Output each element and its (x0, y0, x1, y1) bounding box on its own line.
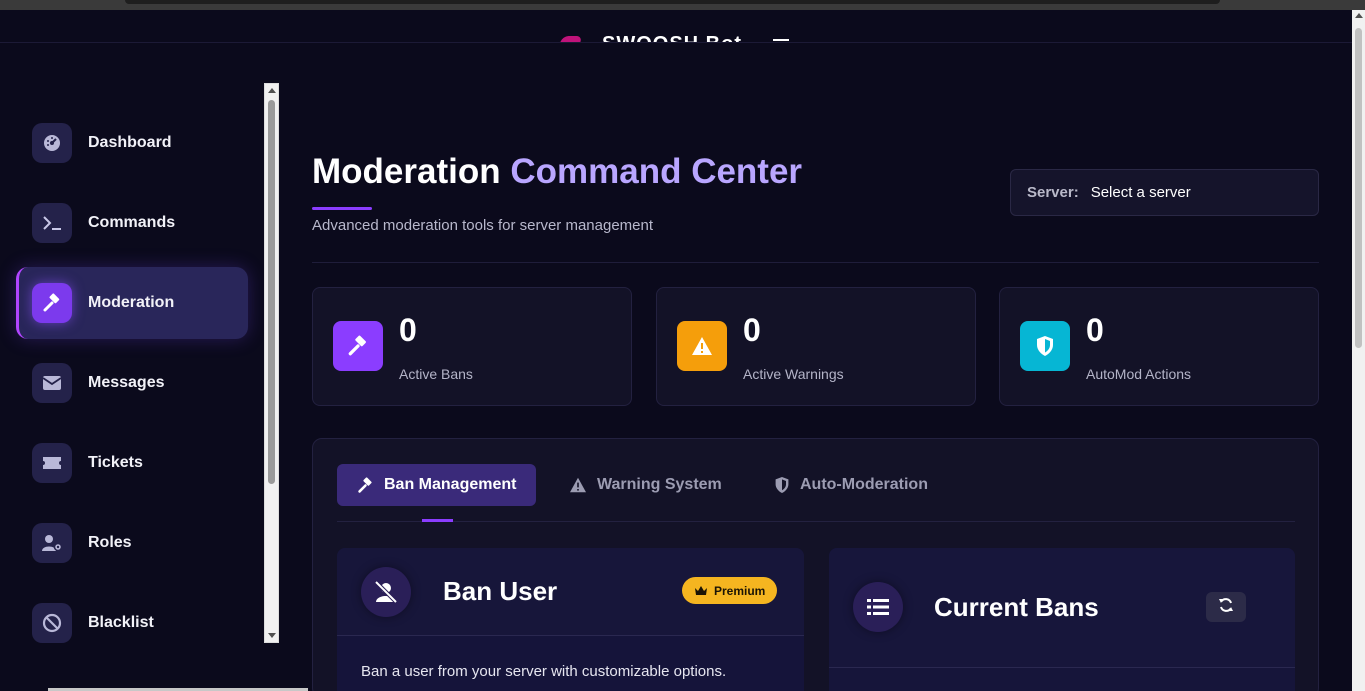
premium-badge: Premium (682, 577, 778, 604)
scroll-up-icon[interactable] (1355, 13, 1363, 18)
hamburger-menu-icon[interactable] (773, 39, 789, 41)
brand-name: SWOOSH Bot (602, 33, 742, 42)
sidebar-item-blacklist[interactable]: Blacklist (16, 587, 248, 659)
current-bans-title: Current Bans (934, 592, 1099, 622)
ban-user-title: Ban User (443, 576, 558, 606)
sidebar-scrollbar[interactable] (264, 83, 279, 643)
sidebar-item-tickets[interactable]: Tickets (16, 427, 248, 499)
warning-icon (569, 477, 587, 493)
ban-user-card: Ban User Premium Ban a user from your se… (337, 548, 804, 691)
shield-icon (1020, 321, 1070, 371)
user-gear-icon (32, 523, 72, 563)
stat-value: 0 (1086, 312, 1104, 348)
gavel-icon (32, 283, 72, 323)
shield-icon (774, 476, 790, 494)
stat-label: Active Warnings (743, 366, 844, 382)
refresh-icon (1218, 597, 1234, 618)
gauge-icon (32, 123, 72, 163)
header-divider (312, 262, 1319, 263)
moderation-panel: Ban Management Warning System Auto-Moder… (312, 438, 1319, 691)
stat-label: Active Bans (399, 366, 473, 382)
sidebar-item-messages[interactable]: Messages (16, 347, 248, 419)
ban-user-description: Ban a user from your server with customi… (361, 663, 727, 680)
page-scrollbar[interactable] (1352, 10, 1365, 691)
warning-icon (677, 321, 727, 371)
tab-label: Ban Management (384, 476, 517, 493)
scroll-down-icon[interactable] (268, 633, 276, 638)
page-subtitle: Advanced moderation tools for server man… (312, 217, 654, 234)
ticket-icon (32, 443, 72, 483)
user-slash-icon (361, 567, 411, 617)
sidebar-item-moderation[interactable]: Moderation (16, 267, 248, 339)
stat-label: AutoMod Actions (1086, 366, 1192, 382)
active-tab-indicator (422, 519, 453, 522)
stat-card-active-warnings: 0 Active Warnings (656, 287, 976, 406)
gavel-icon (333, 321, 383, 371)
sidebar-item-label: Tickets (88, 454, 143, 471)
page-title: Moderation Command Center (312, 152, 802, 192)
crown-icon (694, 585, 708, 596)
tab-label: Warning System (597, 476, 722, 493)
list-icon (853, 582, 903, 632)
brand-logo-icon (557, 36, 583, 42)
page-title-accent: Command Center (510, 152, 803, 191)
terminal-icon (32, 203, 72, 243)
tab-label: Auto-Moderation (800, 476, 928, 493)
sidebar-item-label: Dashboard (88, 134, 172, 151)
sidebar-item-dashboard[interactable]: Dashboard (16, 107, 248, 179)
stat-value: 0 (399, 312, 417, 348)
refresh-button[interactable] (1206, 592, 1246, 622)
tab-divider (337, 521, 1295, 522)
sidebar-item-label: Blacklist (88, 614, 154, 631)
tab-warning-system[interactable]: Warning System (549, 464, 742, 506)
sidebar-item-roles[interactable]: Roles (16, 507, 248, 579)
ban-icon (32, 603, 72, 643)
browser-top-strip (0, 0, 1365, 10)
sidebar-item-commands[interactable]: Commands (16, 187, 248, 259)
server-select-label: Server: (1027, 184, 1079, 201)
server-select-value[interactable]: Select a server (1091, 184, 1191, 201)
stat-card-automod-actions: 0 AutoMod Actions (999, 287, 1319, 406)
page-scroll-thumb[interactable] (1355, 28, 1362, 348)
title-underline (312, 207, 372, 210)
stat-value: 0 (743, 312, 761, 348)
top-header: SWOOSH Bot (0, 10, 1352, 43)
sidebar-item-label: Commands (88, 214, 176, 231)
envelope-icon (32, 363, 72, 403)
sidebar-scroll-thumb[interactable] (268, 100, 275, 484)
server-select[interactable]: Server: Select a server (1010, 169, 1319, 216)
current-bans-card: Current Bans (829, 548, 1295, 691)
sidebar-item-label: Roles (88, 534, 132, 551)
sidebar-nav: Dashboard Commands Moderation Messages T… (0, 83, 262, 643)
tab-auto-moderation[interactable]: Auto-Moderation (754, 464, 948, 506)
sidebar-item-label: Moderation (88, 294, 175, 311)
page-title-main: Moderation (312, 152, 501, 191)
premium-badge-label: Premium (714, 583, 766, 598)
tab-ban-management[interactable]: Ban Management (337, 464, 537, 506)
scroll-up-icon[interactable] (268, 88, 276, 93)
stat-card-active-bans: 0 Active Bans (312, 287, 632, 406)
gavel-icon (357, 476, 374, 494)
sidebar-item-label: Messages (88, 374, 165, 391)
